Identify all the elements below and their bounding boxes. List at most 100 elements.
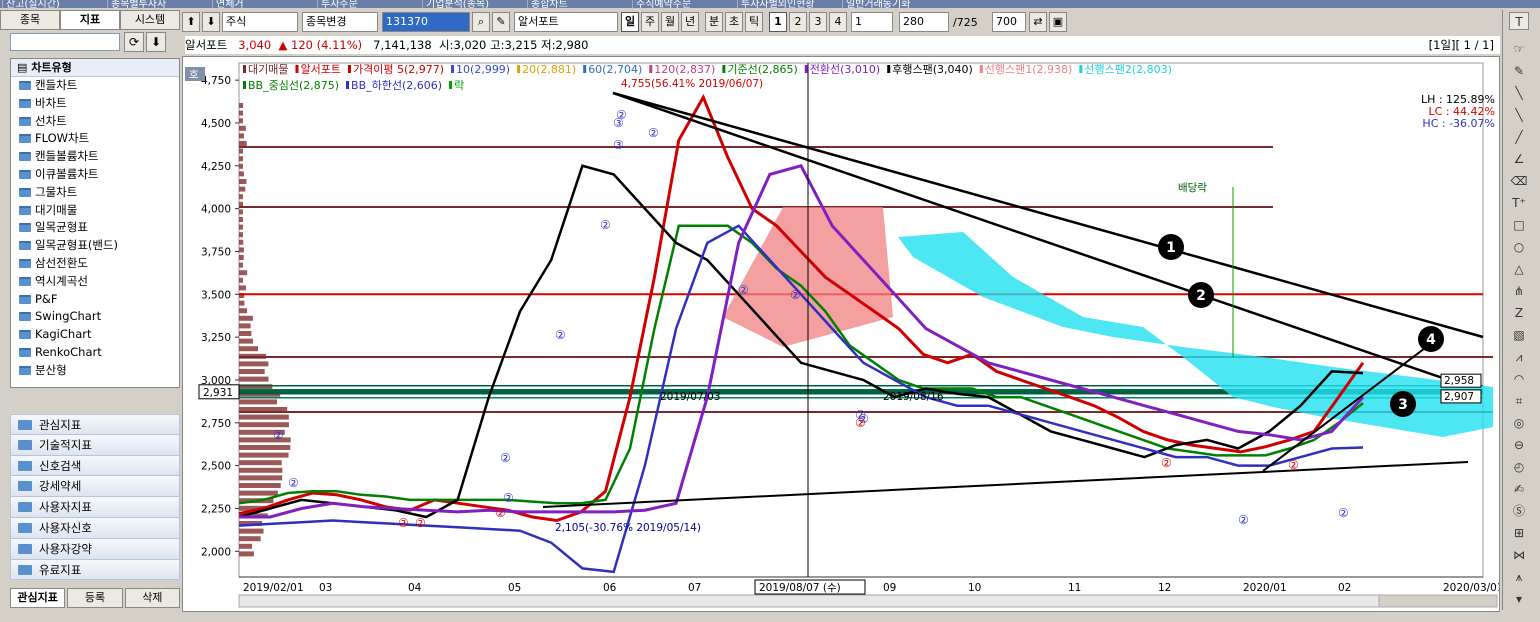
search-icon[interactable]: ⌕ — [472, 12, 490, 32]
signal-icon[interactable]: Ⓢ — [1509, 502, 1529, 520]
cross-grid-icon[interactable]: ⊞ — [1509, 524, 1529, 542]
triangle-icon[interactable]: △ — [1509, 260, 1529, 278]
save-icon[interactable]: ▣ — [1049, 12, 1067, 32]
window-tab[interactable]: 종목별투자자 — [107, 0, 166, 8]
fan-icon[interactable]: ⩘ — [1509, 348, 1529, 366]
tree-item[interactable]: 캔들차트 — [11, 77, 179, 95]
pattern-icon[interactable]: ⋈ — [1509, 546, 1529, 564]
wrench-icon[interactable]: ✎ — [492, 12, 510, 32]
period-day-button[interactable]: 일 — [621, 12, 639, 32]
tree-item[interactable]: FLOW차트 — [11, 130, 179, 148]
window-tab[interactable]: 연체거 — [212, 0, 244, 8]
indicator-section[interactable]: 강세약세 — [10, 476, 180, 497]
num-1-button[interactable]: 1 — [769, 12, 787, 32]
window-tab[interactable]: 투자자별외인현황 — [737, 0, 815, 8]
tree-item[interactable]: 삼선전환도 — [11, 255, 179, 273]
cursor-icon[interactable]: ☞ — [1509, 40, 1529, 58]
tree-root-chart-type[interactable]: ▤ 차트유형 — [11, 59, 179, 77]
fan-line-icon[interactable]: ⩚ — [1509, 568, 1529, 586]
tree-item[interactable]: RenkoChart — [11, 344, 179, 362]
text-plus-icon[interactable]: T⁺ — [1509, 194, 1529, 212]
download-icon[interactable]: ⬇ — [146, 32, 166, 52]
window-tab[interactable]: 일반거래동기화 — [842, 0, 910, 8]
fibonacci-icon[interactable]: ⌗ — [1509, 392, 1529, 410]
indicator-section[interactable]: 사용자신호 — [10, 518, 180, 539]
folder-icon — [19, 152, 31, 161]
zoom-input[interactable]: 700 — [992, 12, 1026, 32]
tree-item[interactable]: 선차트 — [11, 113, 179, 131]
period-tick-button[interactable]: 틱 — [745, 12, 763, 32]
indicator-section[interactable]: 기술적지표 — [10, 435, 180, 456]
tab-stock[interactable]: 종목 — [0, 10, 60, 30]
refresh-icon[interactable]: ⟳ — [124, 32, 144, 52]
swap-icon[interactable]: ⇄ — [1029, 12, 1047, 32]
window-tab[interactable]: 종합차트 — [527, 0, 568, 8]
chart-panel[interactable]: 4,750 4,500 4,250 4,000 3,750 3,500 3,250 3,000… — [182, 56, 1500, 612]
tree-item[interactable]: 분산형 — [11, 362, 179, 380]
window-tab[interactable]: 기업분석(종목) — [422, 0, 489, 8]
tab-indicator[interactable]: 지표 — [60, 10, 120, 30]
zoom-controls — [1379, 595, 1497, 607]
num-2-button[interactable]: 2 — [789, 12, 807, 32]
tree-item[interactable]: 바차트 — [11, 95, 179, 113]
line-tool-icon[interactable]: ╲ — [1509, 84, 1529, 102]
tree-item[interactable]: P&F — [11, 291, 179, 309]
tree-item[interactable]: 일목균형표(밴드) — [11, 237, 179, 255]
period-second-button[interactable]: 초 — [725, 12, 743, 32]
pen-icon[interactable]: ✎ — [1509, 62, 1529, 80]
tree-item[interactable]: 대기매물 — [11, 202, 179, 220]
pitchfork-icon[interactable]: ⋔ — [1509, 282, 1529, 300]
zigzag-icon[interactable]: Z — [1509, 304, 1529, 322]
text-tool-icon[interactable]: T — [1509, 12, 1529, 30]
eraser-icon[interactable]: ⌫ — [1509, 172, 1529, 190]
period-minute-button[interactable]: 분 — [705, 12, 723, 32]
num-4-button[interactable]: 4 — [829, 12, 847, 32]
wave-marker: ② — [1338, 506, 1349, 520]
indicator-section[interactable]: 유료지표 — [10, 560, 180, 581]
register-button[interactable]: 등록 — [67, 588, 122, 608]
period-week-button[interactable]: 주 — [641, 12, 659, 32]
tree-item[interactable]: 캔들볼륨차트 — [11, 148, 179, 166]
market-select[interactable]: 주식 — [222, 12, 298, 32]
circle-icon[interactable]: ○ — [1509, 238, 1529, 256]
tree-item[interactable]: 역시계곡선 — [11, 273, 179, 291]
grid-icon[interactable]: ▧ — [1509, 326, 1529, 344]
clock-icon[interactable]: ◴ — [1509, 458, 1529, 476]
sidebar-search-input[interactable] — [10, 33, 120, 51]
spiral-icon[interactable]: ◎ — [1509, 414, 1529, 432]
tree-item[interactable]: 일목균형표 — [11, 219, 179, 237]
window-tab[interactable]: 주식예약주문 — [632, 0, 691, 8]
count-input[interactable]: 280 — [899, 12, 949, 32]
num-3-button[interactable]: 3 — [809, 12, 827, 32]
marker-icon[interactable]: ✍ — [1509, 480, 1529, 498]
ray-tool-icon[interactable]: ╲ — [1509, 106, 1529, 124]
period-year-button[interactable]: 년 — [681, 12, 699, 32]
period-month-button[interactable]: 월 — [661, 12, 679, 32]
tree-item[interactable]: KagiChart — [11, 326, 179, 344]
volume-profile-bar — [239, 247, 244, 252]
angle-icon[interactable]: ∠ — [1509, 150, 1529, 168]
scroll-down-icon[interactable]: ▾ — [1509, 590, 1529, 608]
cycle-icon[interactable]: ⊖ — [1509, 436, 1529, 454]
indicator-section[interactable]: 관심지표 — [10, 414, 180, 435]
down-arrow-icon[interactable]: ⬇ — [202, 12, 220, 32]
indicator-section[interactable]: 사용자강약 — [10, 539, 180, 560]
trendline-icon[interactable]: ╱ — [1509, 128, 1529, 146]
tree-item[interactable]: SwingChart — [11, 308, 179, 326]
tab-system[interactable]: 시스템 — [120, 10, 180, 30]
change-stock-select[interactable]: 종목변경 — [302, 12, 378, 32]
delete-button[interactable]: 삭제 — [125, 588, 180, 608]
rectangle-icon[interactable]: □ — [1509, 216, 1529, 234]
indicator-section[interactable]: 신호검색 — [10, 456, 180, 477]
window-tab[interactable]: 투자주문 — [317, 0, 358, 8]
indicator-section[interactable]: 사용자지표 — [10, 497, 180, 518]
interval-select[interactable]: 1 — [851, 12, 893, 32]
tree-item[interactable]: 이큐볼륨차트 — [11, 166, 179, 184]
up-arrow-icon[interactable]: ⬆ — [182, 12, 200, 32]
favorites-button[interactable]: 관심지표 — [10, 588, 65, 608]
tree-item[interactable]: 그물차트 — [11, 184, 179, 202]
stock-code-input[interactable]: 131370 — [382, 12, 470, 32]
price-chart[interactable]: 4,7504,5004,2504,0003,7503,5003,2503,000… — [183, 57, 1499, 611]
window-tab[interactable]: 잔고(실시간) — [2, 0, 60, 8]
arc-icon[interactable]: ◠ — [1509, 370, 1529, 388]
